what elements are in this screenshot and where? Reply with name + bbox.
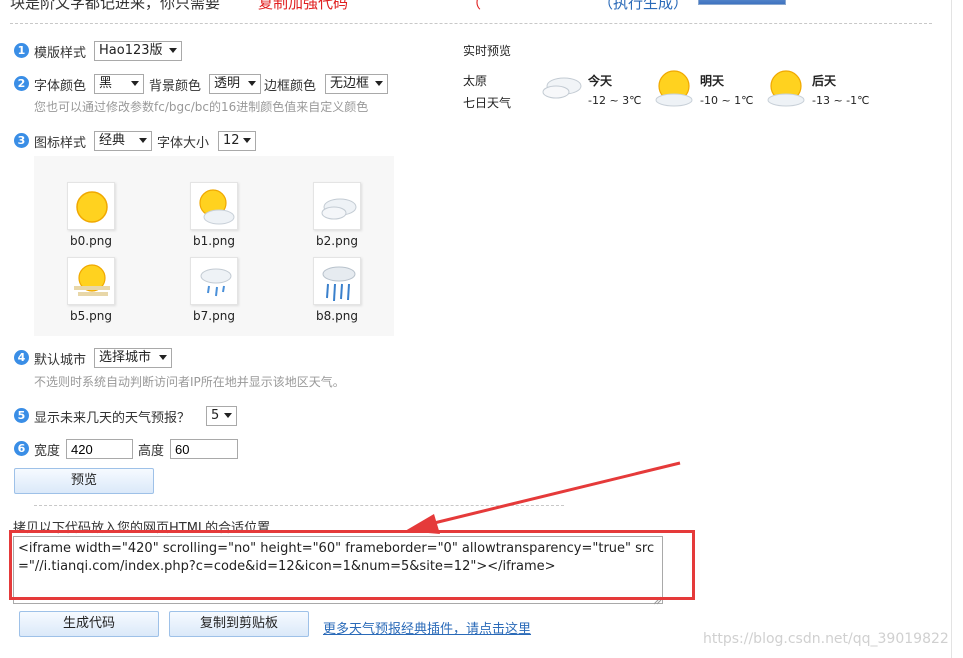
border-color-value: 无边框 — [330, 76, 370, 91]
icon-caption: b1.png — [193, 234, 235, 248]
icon-caption: b2.png — [316, 234, 358, 248]
today-temp: -12 ~ 3℃ — [588, 94, 642, 107]
height-input[interactable] — [170, 439, 238, 459]
icon-caption: b7.png — [193, 309, 235, 323]
tomorrow-label: 明天 — [700, 74, 725, 88]
icon-style-select[interactable]: 经典 — [94, 131, 152, 151]
sun-cloud-icon — [762, 68, 810, 110]
bg-color-label: 背景颜色 — [149, 79, 202, 94]
height-label: 高度 — [138, 444, 165, 459]
heavy-rain-icon — [313, 257, 361, 305]
day-after-temp: -13 ~ -1℃ — [812, 94, 870, 107]
icon-style-value: 经典 — [99, 133, 126, 148]
light-rain-icon — [190, 257, 238, 305]
city-hint: 不选则时系统自动判断访问者IP所在地并显示该地区天气。 — [34, 375, 345, 389]
step-1-number: 1 — [14, 43, 29, 58]
live-preview-title: 实时预览 — [463, 44, 512, 58]
step-2-number: 2 — [14, 76, 29, 91]
border-color-label: 边框颜色 — [264, 79, 317, 94]
right-border — [951, 0, 952, 658]
chevron-down-icon — [375, 81, 383, 86]
annotation-highlight-box — [9, 530, 695, 600]
chevron-down-icon — [131, 81, 139, 86]
more-plugins-link[interactable]: 更多天气预报经典插件，请点击这里 — [323, 618, 531, 637]
top-fragment-link[interactable]: （执行生成） — [598, 0, 688, 13]
annotation-arrow-icon — [405, 461, 681, 534]
top-fragment-red-text: 复制加强代码 — [258, 0, 349, 12]
sun-cloud-icon — [190, 182, 238, 230]
default-city-value: 选择城市 — [99, 350, 152, 365]
top-divider — [10, 23, 932, 24]
day-after-label: 后天 — [812, 74, 837, 88]
font-size-label: 字体大小 — [157, 136, 210, 151]
font-color-value: 黑 — [99, 76, 113, 91]
icon-caption: b8.png — [316, 309, 358, 323]
seven-day-link[interactable]: 七日天气 — [463, 94, 511, 111]
chevron-down-icon — [139, 138, 147, 143]
sun-icon — [67, 182, 115, 230]
top-fragment-text: 块是阶文字都记进来，你只需要 — [10, 0, 221, 12]
forecast-days-label: 显示未来几天的天气预报？ — [34, 411, 191, 426]
sun-cloud-icon — [650, 68, 698, 110]
forecast-days-value: 5 — [211, 408, 220, 423]
chevron-down-icon — [248, 81, 256, 86]
chevron-down-icon — [159, 355, 167, 360]
default-city-select[interactable]: 选择城市 — [94, 348, 172, 368]
border-color-select[interactable]: 无边框 — [325, 74, 388, 94]
font-color-select[interactable]: 黑 — [94, 74, 144, 94]
watermark: https://blog.csdn.net/qq_39019822 — [703, 631, 949, 647]
bg-color-select[interactable]: 透明 — [209, 74, 261, 94]
top-fragment-red-paren: （ — [466, 0, 482, 12]
step-3-number: 3 — [14, 133, 29, 148]
font-color-label: 字体颜色 — [34, 79, 87, 94]
step-4-number: 4 — [14, 350, 29, 365]
font-size-value: 12 — [223, 133, 240, 148]
width-label: 宽度 — [34, 444, 61, 459]
chevron-down-icon — [168, 48, 177, 53]
preview-city: 太原 — [463, 74, 488, 88]
top-fragment-button[interactable] — [698, 0, 786, 5]
template-style-label: 模版样式 — [34, 46, 87, 61]
cloud-icon — [538, 70, 586, 106]
chevron-down-icon — [243, 138, 251, 143]
bg-color-value: 透明 — [214, 76, 241, 91]
copy-clipboard-button[interactable]: 复制到剪贴板 — [169, 611, 309, 637]
template-style-value: Hao123版 — [99, 43, 163, 58]
width-input[interactable] — [66, 439, 133, 459]
preview-button[interactable]: 预览 — [14, 468, 154, 494]
default-city-label: 默认城市 — [34, 353, 87, 368]
step-5-number: 5 — [14, 408, 29, 423]
icon-style-label: 图标样式 — [34, 136, 87, 151]
generate-code-button[interactable]: 生成代码 — [19, 611, 159, 637]
cloud-icon — [313, 182, 361, 230]
forecast-days-select[interactable]: 5 — [206, 406, 237, 426]
icon-preview-panel: b0.png b1.png b2.png b5.png b7.png b8.pn… — [34, 156, 394, 336]
template-style-select[interactable]: Hao123版 — [94, 41, 182, 61]
icon-caption: b5.png — [70, 309, 112, 323]
font-size-select[interactable]: 12 — [218, 131, 256, 151]
icon-caption: b0.png — [70, 234, 112, 248]
color-hint: 您也可以通过修改参数fc/bgc/bc的16进制颜色值来自定义颜色 — [34, 100, 369, 114]
step-6-number: 6 — [14, 441, 29, 456]
tomorrow-temp: -10 ~ 1℃ — [700, 94, 754, 107]
sun-haze-icon — [67, 257, 115, 305]
today-label: 今天 — [588, 74, 613, 88]
chevron-down-icon — [224, 413, 232, 418]
